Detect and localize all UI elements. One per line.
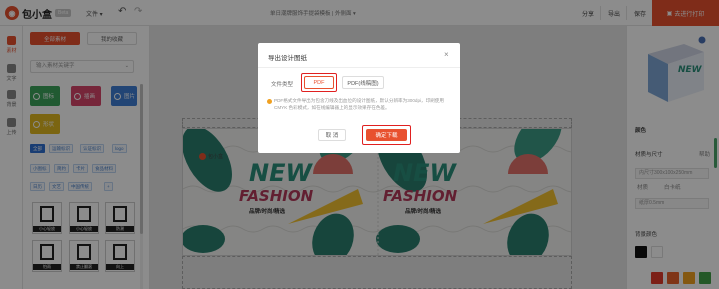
highlight-box: [301, 73, 337, 92]
option-pdf-line[interactable]: PDF(线稿图): [342, 76, 384, 89]
export-dialog: 导出设计图纸 × 文件类型 PDF PDF(线稿图) PDF格式文件导出为包含刀…: [258, 43, 460, 153]
file-type-label: 文件类型: [271, 82, 294, 88]
info-icon: [267, 99, 272, 104]
cancel-button[interactable]: 取 消: [318, 129, 346, 141]
close-icon[interactable]: ×: [444, 50, 449, 59]
divider: [258, 67, 460, 68]
dialog-title: 导出设计图纸: [268, 55, 307, 62]
export-note: PDF格式文件导出为包含刀线及出血位的设计图纸，默认分辨率为300dpi，印刷使…: [274, 98, 444, 110]
highlight-box: [362, 125, 411, 145]
